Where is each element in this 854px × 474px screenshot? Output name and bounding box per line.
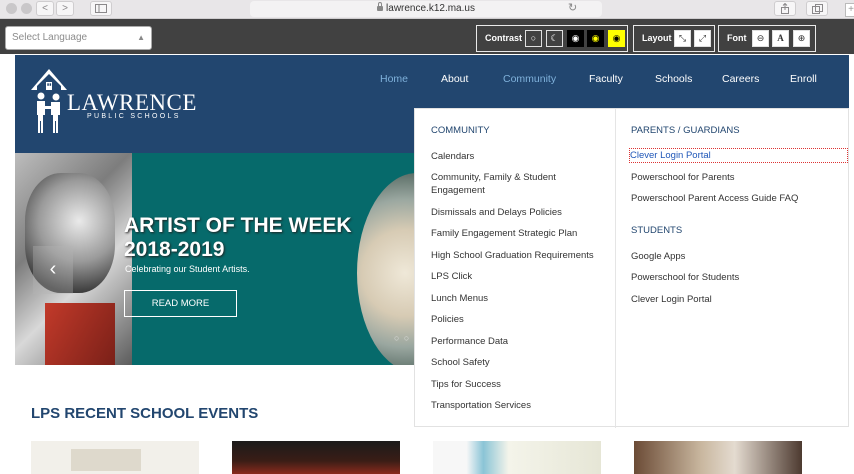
event-thumbnail[interactable] xyxy=(31,441,199,474)
hero-title-line1: ARTIST OF THE WEEK xyxy=(124,214,352,237)
nav-schools[interactable]: Schools xyxy=(655,73,692,85)
logo-subtext: PUBLIC SCHOOLS xyxy=(87,113,181,120)
menu-link-tips-for-success[interactable]: Tips for Success xyxy=(431,378,501,391)
contrast-group: Contrast ○ ☾ ◉ ◉ ◉ xyxy=(476,25,628,52)
nav-community[interactable]: Community xyxy=(503,73,556,85)
contrast-black-on-yellow-button[interactable]: ◉ xyxy=(608,30,625,47)
minus-icon: ⊖ xyxy=(756,33,765,43)
back-icon: < xyxy=(42,3,48,14)
lock-icon xyxy=(377,2,384,11)
menu-link-family-engagement[interactable]: Family Engagement Strategic Plan xyxy=(431,227,577,240)
font-group: Font ⊖ A ⊕ xyxy=(718,25,816,52)
event-thumbnail[interactable] xyxy=(634,441,802,474)
parents-heading: PARENTS / GUARDIANS xyxy=(631,125,740,136)
menu-link-powerschool-parents[interactable]: Powerschool for Parents xyxy=(631,171,735,184)
reload-icon[interactable]: ↻ xyxy=(568,1,577,14)
house-logo-icon xyxy=(31,69,67,133)
sidebar-button[interactable] xyxy=(90,1,112,16)
menu-link-graduation[interactable]: High School Graduation Requirements xyxy=(431,249,594,262)
layout-expand-button[interactable]: ⤢ xyxy=(694,30,711,47)
nav-faculty[interactable]: Faculty xyxy=(589,73,623,85)
community-mega-menu: COMMUNITY Calendars Community, Family & … xyxy=(414,108,849,428)
contrast-night-button[interactable]: ☾ xyxy=(546,30,563,47)
sidebar-icon xyxy=(95,4,107,13)
eye-icon: ◉ xyxy=(612,33,621,43)
slider-prev-button[interactable]: ‹ xyxy=(33,246,73,294)
menu-link-powerschool-faq[interactable]: Powerschool Parent Access Guide FAQ xyxy=(631,192,798,205)
minimize-window-icon[interactable] xyxy=(21,3,32,14)
new-tab-button[interactable]: + xyxy=(845,3,854,17)
hero-slider: ‹ ARTIST OF THE WEEK 2018-2019 Celebrati… xyxy=(15,153,414,365)
menu-link-dismissals[interactable]: Dismissals and Delays Policies xyxy=(431,206,562,219)
forward-icon: > xyxy=(62,3,68,14)
layout-group: Layout ⤡ ⤢ xyxy=(633,25,715,52)
language-select-value: Select Language xyxy=(12,32,88,43)
font-reset-button[interactable]: A xyxy=(772,30,789,47)
menu-link-powerschool-students[interactable]: Powerschool for Students xyxy=(631,271,739,284)
moon-icon: ☾ xyxy=(550,33,559,43)
read-more-button[interactable]: READ MORE xyxy=(124,290,237,317)
layout-label: Layout xyxy=(642,33,672,43)
menu-link-community-engagement[interactable]: Community, Family & Student xyxy=(431,171,556,184)
menu-link-performance-data[interactable]: Performance Data xyxy=(431,335,508,348)
hero-title: ARTIST OF THE WEEK 2018-2019 xyxy=(124,214,352,262)
contrast-default-button[interactable]: ○ xyxy=(525,30,542,47)
nav-about[interactable]: About xyxy=(441,73,468,85)
chevron-left-icon: ‹ xyxy=(49,258,57,280)
expand-icon: ⤢ xyxy=(698,33,707,43)
share-button[interactable] xyxy=(774,1,796,16)
slider-dots[interactable]: ○ ○ xyxy=(394,333,410,343)
font-increase-button[interactable]: ⊕ xyxy=(793,30,810,47)
menu-link-policies[interactable]: Policies xyxy=(431,313,464,326)
hero-title-line2: 2018-2019 xyxy=(124,238,225,261)
community-heading: COMMUNITY xyxy=(431,125,490,136)
menu-link-community-engagement-cont[interactable]: Engagement xyxy=(431,184,485,197)
compress-icon: ⤡ xyxy=(678,33,687,43)
share-icon xyxy=(781,2,789,14)
menu-link-lps-click[interactable]: LPS Click xyxy=(431,270,472,283)
menu-divider xyxy=(615,109,616,428)
layout-compress-button[interactable]: ⤡ xyxy=(674,30,691,47)
tabs-button[interactable] xyxy=(806,1,828,16)
back-button[interactable]: < xyxy=(36,1,54,16)
menu-link-calendars[interactable]: Calendars xyxy=(431,150,474,163)
contrast-label: Contrast xyxy=(485,33,523,43)
students-heading: STUDENTS xyxy=(631,225,683,236)
url-text: lawrence.k12.ma.us xyxy=(386,3,475,14)
contrast-dark-button[interactable]: ◉ xyxy=(567,30,584,47)
menu-link-clever-students[interactable]: Clever Login Portal xyxy=(631,293,712,306)
plus-icon: + xyxy=(848,4,854,15)
event-thumbnail[interactable] xyxy=(232,441,400,474)
nav-careers[interactable]: Careers xyxy=(722,73,759,85)
eye-icon: ◉ xyxy=(571,33,580,43)
tabs-icon xyxy=(811,4,823,14)
menu-link-google-apps[interactable]: Google Apps xyxy=(631,250,685,263)
address-bar[interactable]: lawrence.k12.ma.us xyxy=(250,1,602,17)
circle-icon: ○ xyxy=(530,33,537,43)
hero-subtitle: Celebrating our Student Artists. xyxy=(125,264,250,274)
close-window-icon[interactable] xyxy=(6,3,17,14)
contrast-yellow-on-black-button[interactable]: ◉ xyxy=(587,30,604,47)
event-thumbnail[interactable] xyxy=(433,441,601,474)
forward-button[interactable]: > xyxy=(56,1,74,16)
nav-home[interactable]: Home xyxy=(380,73,408,85)
font-decrease-button[interactable]: ⊖ xyxy=(752,30,769,47)
menu-link-school-safety[interactable]: School Safety xyxy=(431,356,490,369)
font-label: Font xyxy=(727,33,747,43)
menu-link-lunch-menus[interactable]: Lunch Menus xyxy=(431,292,488,305)
font-reset-label: A xyxy=(777,33,784,43)
menu-link-transportation[interactable]: Transportation Services xyxy=(431,399,531,412)
eye-icon: ◉ xyxy=(591,33,600,43)
browser-chrome: < > lawrence.k12.ma.us ↻ + xyxy=(0,0,854,19)
plus-icon: ⊕ xyxy=(797,33,806,43)
menu-link-clever-parents[interactable]: Clever Login Portal xyxy=(629,148,848,163)
events-section-title: LPS RECENT SCHOOL EVENTS xyxy=(31,405,259,422)
language-select[interactable]: Select Language ▲▼ xyxy=(5,26,152,64)
nav-enroll[interactable]: Enroll xyxy=(790,73,817,85)
accessibility-toolbar: Select Language ▲▼ Contrast ○ ☾ ◉ ◉ ◉ La… xyxy=(0,19,854,64)
